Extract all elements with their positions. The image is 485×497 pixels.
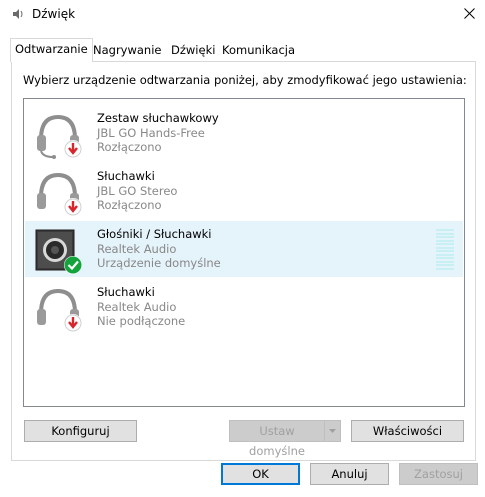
disconnected-badge-icon [64, 198, 82, 216]
tab-sounds[interactable]: Dźwięki [167, 40, 219, 61]
device-driver: JBL GO Hands-Free [97, 125, 205, 140]
window-title: Dźwięk [32, 7, 76, 21]
playback-device-list[interactable]: Zestaw słuchawkowy JBL GO Hands-Free Roz… [23, 98, 465, 407]
headset-icon [37, 114, 82, 159]
device-status: Nie podłączone [97, 314, 186, 328]
set-default-dropdown[interactable] [324, 420, 341, 442]
instruction-text: Wybierz urządzenie odtwarzania poniżej, … [23, 73, 467, 87]
chevron-down-icon [329, 429, 336, 433]
device-name: Głośniki / Słuchawki [97, 227, 212, 241]
tab-communications[interactable]: Komunikacja [218, 40, 299, 61]
device-name: Słuchawki [97, 169, 155, 183]
close-button[interactable] [455, 0, 485, 28]
device-status: Rozłączono [97, 198, 162, 212]
configure-button[interactable]: Konfiguruj [24, 420, 137, 442]
device-status: Urządzenie domyślne [97, 256, 221, 270]
device-item[interactable]: Słuchawki Realtek Audio Nie podłączone [25, 279, 463, 335]
device-name: Zestaw słuchawkowy [97, 111, 219, 125]
device-item[interactable]: Zestaw słuchawkowy JBL GO Hands-Free Roz… [25, 105, 463, 161]
set-default-button[interactable]: Ustaw domyślne [229, 420, 325, 458]
speaker-app-icon [13, 9, 23, 19]
device-driver: Realtek Audio [97, 299, 177, 314]
disconnected-badge-icon [64, 314, 82, 332]
device-item[interactable]: Słuchawki JBL GO Stereo Rozłączono [25, 163, 463, 219]
ok-button[interactable]: OK [221, 463, 300, 485]
device-name: Słuchawki [97, 285, 155, 299]
cancel-button[interactable]: Anuluj [310, 463, 389, 485]
device-status: Rozłączono [97, 140, 162, 154]
device-driver: Realtek Audio [97, 241, 177, 256]
close-icon [464, 8, 475, 19]
speaker-icon [35, 229, 82, 274]
tab-playback[interactable]: Odtwarzanie [10, 38, 93, 62]
device-driver: JBL GO Stereo [97, 183, 178, 198]
headphones-icon [37, 288, 82, 332]
volume-level-meter [436, 229, 454, 273]
disconnected-badge-icon [64, 140, 82, 158]
headphones-icon [37, 172, 82, 216]
title-bar: Dźwięk [0, 0, 485, 30]
set-default-split-button[interactable]: Ustaw domyślne [229, 420, 341, 458]
tab-recording[interactable]: Nagrywanie [89, 40, 166, 61]
device-item-selected[interactable]: Głośniki / Słuchawki Realtek Audio Urząd… [25, 221, 463, 277]
default-checkmark-icon [64, 256, 82, 274]
apply-button[interactable]: Zastosuj [399, 463, 478, 485]
properties-button[interactable]: Właściwości [351, 420, 464, 442]
